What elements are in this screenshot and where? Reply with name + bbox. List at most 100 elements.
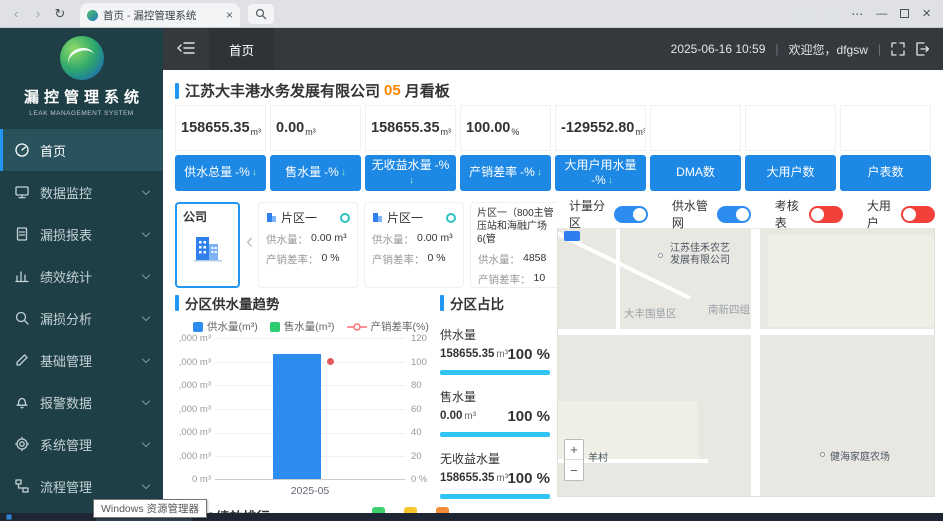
trend-plot: ,000 m³ ,000 m³ ,000 m³ ,000 m³ ,000 m³ … [215,338,405,480]
stat-button-big-user-count[interactable]: 大用户数 [745,155,836,191]
nrw-rate-point[interactable] [327,358,334,365]
toggle-label: 大用户 [867,197,895,231]
legend-supply[interactable]: 供水量(m³) [193,319,258,334]
toggle-big-user: 大用户 [867,197,935,231]
stat-button-sold[interactable]: 售水量-%↓ [270,155,361,191]
bell-icon [14,394,30,410]
window-minimize-icon[interactable]: — [876,8,887,20]
toggle-switch[interactable] [901,206,935,223]
welcome-text: 欢迎您，dfgsw [789,41,868,58]
sidebar-menu: 首页 数据监控 漏损报表 绩效统计 漏损分析 [0,129,163,521]
stats-buttons-row: 供水总量-%↓ 售水量-%↓ 无收益水量-%↓ 产销差率-%↓ 大用户用水量-%… [175,155,931,191]
download-circle-icon[interactable] [797,7,811,21]
sidebar-item-home[interactable]: 首页 [0,129,163,171]
browser-back-icon[interactable]: ‹ [6,0,26,28]
globe-icon[interactable] [824,7,838,21]
sidebar-item-label: 系统管理 [40,435,92,454]
chevron-down-icon [142,480,150,488]
stat-button-meter-count[interactable]: 户表数 [840,155,931,191]
stat-button-nrw-rate[interactable]: 产销差率-%↓ [460,155,551,191]
zone-card[interactable]: 片区一（800主管压站和海融广场6(管 供水量：4858 产销差率：10 [470,202,557,288]
legend-sold[interactable]: 售水量(m³) [270,319,335,334]
logout-icon[interactable] [915,42,929,56]
toggle-switch[interactable] [809,206,843,223]
zone-card[interactable]: 片区一 供水量：0.00 m³ 产销差率：0 % [364,202,464,288]
sidebar-item-alarm-data[interactable]: 报警数据 [0,381,163,423]
tab-close-icon[interactable]: × [226,9,233,21]
bar-chart-icon [14,268,30,284]
sidebar-item-leak-analysis[interactable]: 漏损分析 [0,297,163,339]
windows-start-icon[interactable] [6,514,12,520]
fullscreen-icon[interactable] [891,42,905,56]
dashboard-content: 江苏大丰港水务发展有限公司 05 月看板 158655.35m³ 0.00m³ … [163,70,943,521]
stat-unit: m³ [251,127,262,150]
y-tick-right: 0 % [411,474,427,485]
zone-card[interactable]: 片区一 供水量：0.00 m³ 产销差率：0 % [258,202,358,288]
sidebar-item-data-monitor[interactable]: 数据监控 [0,171,163,213]
monitor-icon [14,184,30,200]
stat-value: 158655.35 [371,120,440,136]
nrw-value: 0 % [428,252,446,267]
browser-more-icon[interactable]: ⋯ [851,7,863,21]
supply-value: 4858 [523,252,546,267]
toggle-metering-zone: 计量分区 [569,197,648,231]
page-tab-home[interactable]: 首页 [209,28,274,70]
legend-nrw-rate[interactable]: 产销差率(%) [347,319,429,334]
company-card[interactable]: 公司 [175,202,240,288]
sidebar-item-system-mgmt[interactable]: 系统管理 [0,423,163,465]
stat-label: 大用户数 [766,166,814,180]
map-layer-toggles: 计量分区 供水管网 考核表 大用户 [557,200,935,228]
sidebar-collapse-icon[interactable] [163,41,209,58]
sidebar-item-basic-mgmt[interactable]: 基础管理 [0,339,163,381]
stat-button-supply-total[interactable]: 供水总量-%↓ [175,155,266,191]
company-card-title: 公司 [183,208,232,225]
y-tick-left: ,000 m³ [167,333,211,344]
browser-controls: ⋯ — × [797,6,937,21]
ratio-percent: 100 % [507,346,550,363]
stat-delta: -% [235,166,250,180]
zoom-out-button[interactable]: − [565,460,583,480]
stat-label: 无收益水量 [372,159,432,173]
browser-refresh-icon[interactable]: ↻ [50,0,70,28]
y-tick-left: ,000 m³ [167,404,211,415]
stat-button-nonrevenue[interactable]: 无收益水量-%↓ [365,155,456,191]
sidebar-item-performance-stats[interactable]: 绩效统计 [0,255,163,297]
supply-bar[interactable] [273,354,321,479]
app-name-en: LEAK MANAGEMENT SYSTEM [0,110,163,117]
zoom-in-button[interactable]: + [565,440,583,460]
map[interactable]: 江苏佳禾农艺 发展有限公司 大丰围垦区 南新四组 羊村 健海家庭农场 + − [557,200,935,497]
legend-line-marker [347,322,367,332]
nrw-value: 10 [534,272,546,287]
window-restore-icon[interactable] [900,9,909,18]
toggle-switch[interactable] [717,206,751,223]
separator: | [878,42,881,56]
stat-button-dma-count[interactable]: DMA数 [650,155,741,191]
magnifier-icon [14,310,30,326]
progress-bar [440,432,550,437]
accent-bar [440,295,444,311]
map-cluster-tag[interactable] [564,231,580,241]
nrw-label: 产销差率： [266,252,319,267]
board-title: 江苏大丰港水务发展有限公司 05 月看板 [175,80,450,101]
y-tick-left: ,000 m³ [167,451,211,462]
stat-label: DMA数 [676,166,715,180]
datetime: 2025-06-16 10:59 [671,42,766,56]
ratio-label: 无收益水量 [440,450,550,467]
ratio-label: 供水量 [440,326,550,343]
browser-tab[interactable]: 首页 - 漏控管理系统 × [80,3,240,27]
sidebar-item-label: 绩效统计 [40,267,92,286]
y-tick-left: ,000 m³ [167,427,211,438]
trend-title-text: 分区供水量趋势 [185,293,280,313]
browser-search-box[interactable] [248,4,274,24]
stat-button-big-user-usage[interactable]: 大用户用水量-%↓ [555,155,646,191]
toggle-switch[interactable] [614,206,648,223]
map-road [751,229,760,496]
down-arrow-icon: ↓ [252,167,257,179]
browser-forward-icon[interactable]: › [28,0,48,28]
window-close-icon[interactable]: × [922,6,931,21]
y-tick-right: 120 [411,333,427,344]
sidebar-item-leak-report[interactable]: 漏损报表 [0,213,163,255]
carousel-prev-icon[interactable]: ‹ [246,230,253,252]
stat-label: 户表数 [867,166,903,180]
stat-delta: -% [520,166,535,180]
